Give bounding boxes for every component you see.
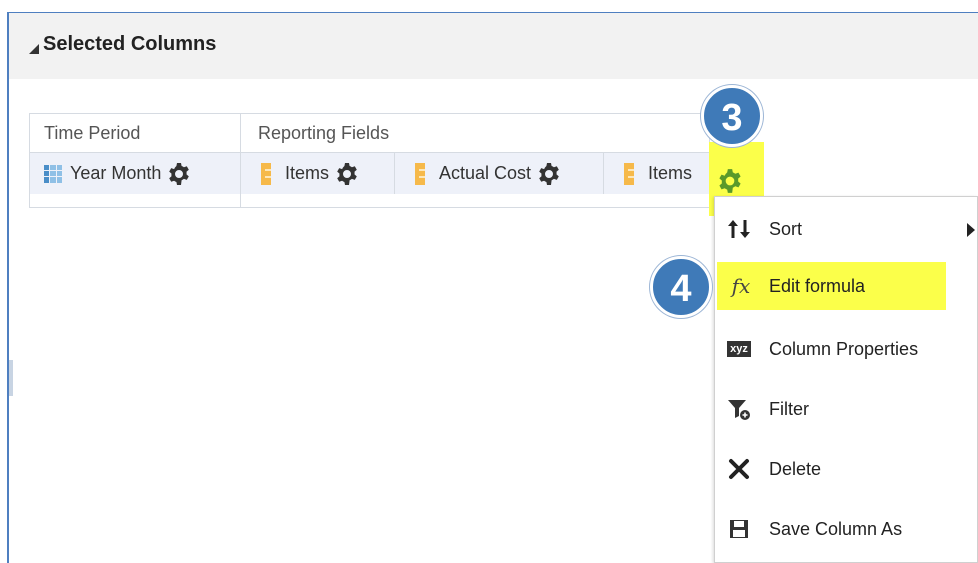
group-header: Time Period <box>44 123 141 143</box>
gear-icon[interactable] <box>537 162 561 186</box>
menu-item-label: Save Column As <box>769 518 903 539</box>
menu-item-filter[interactable]: Filter <box>715 387 977 431</box>
measure-icon <box>415 162 425 185</box>
fx-formula-icon: fx <box>731 274 751 298</box>
gear-icon-active[interactable] <box>717 168 743 194</box>
sort-arrows-icon <box>719 218 759 240</box>
menu-item-edit-formula[interactable]: fx Edit formula <box>717 262 946 310</box>
menu-item-sort[interactable]: Sort <box>715 207 977 251</box>
hierarchy-grid-icon <box>44 164 62 183</box>
step-badge-4: 4 <box>650 256 712 318</box>
column-label: Actual Cost <box>439 163 532 183</box>
filter-icon <box>719 397 759 421</box>
measure-icon <box>261 162 271 185</box>
menu-item-delete[interactable]: Delete <box>715 447 977 491</box>
menu-item-column-properties[interactable]: xyz Column Properties <box>715 327 977 371</box>
panel-title: Selected Columns <box>43 33 217 55</box>
gear-icon[interactable] <box>335 162 359 186</box>
column-chip-items[interactable]: Items <box>241 152 395 194</box>
menu-item-label: Delete <box>769 458 822 479</box>
delete-x-icon <box>719 458 759 480</box>
gear-icon[interactable] <box>167 162 191 186</box>
column-label: Items <box>648 163 693 183</box>
group-header: Reporting Fields <box>258 123 390 143</box>
column-group-time-period: Time Period Year Month <box>29 113 241 208</box>
menu-item-label: Sort <box>769 218 803 239</box>
panel-header[interactable]: Selected Columns <box>9 13 978 79</box>
column-chip-year-month[interactable]: Year Month <box>30 152 241 194</box>
column-label: Items <box>285 163 330 183</box>
column-chip-items-2[interactable]: Items <box>604 152 710 194</box>
xyz-properties-icon: xyz <box>719 341 759 357</box>
collapse-triangle-icon[interactable] <box>28 43 40 55</box>
splitter-handle[interactable] <box>9 360 13 396</box>
column-group-reporting-fields: Reporting Fields Items Actual Cost Items <box>240 113 710 208</box>
panel-left-border <box>7 12 9 563</box>
column-chip-actual-cost[interactable]: Actual Cost <box>395 152 604 194</box>
menu-item-label: Column Properties <box>769 338 919 359</box>
submenu-arrow-icon <box>967 223 975 237</box>
menu-item-label: Edit formula <box>769 275 866 296</box>
column-context-menu: Sort fx Edit formula xyz Column Properti… <box>714 196 978 563</box>
menu-item-save-column-as[interactable]: Save Column As <box>715 507 977 551</box>
save-icon <box>719 518 759 540</box>
menu-item-label: Filter <box>769 398 809 419</box>
column-label: Year Month <box>70 163 162 183</box>
measure-icon <box>624 162 634 185</box>
step-badge-3: 3 <box>701 85 763 147</box>
